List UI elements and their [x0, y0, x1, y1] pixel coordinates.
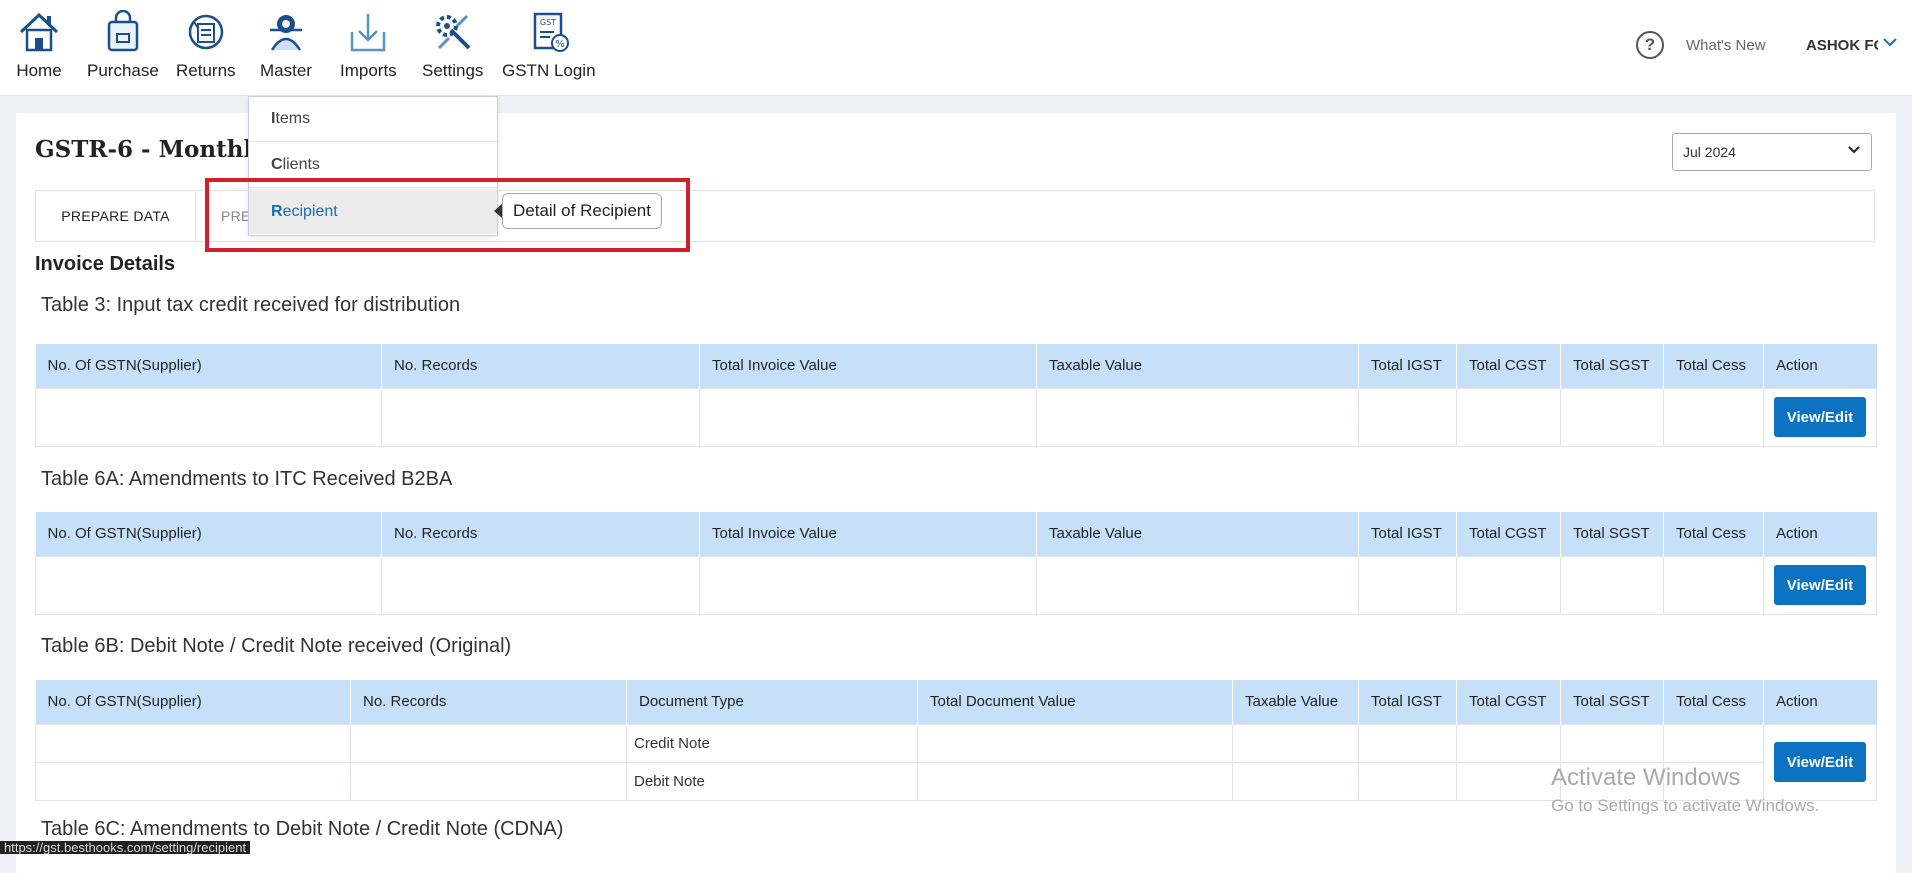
section-heading: Invoice Details — [35, 253, 176, 275]
table-row: Credit Note View/Edit — [35, 723, 1877, 801]
chevron-down-icon — [1847, 143, 1861, 160]
nav-purchase-label: Purchase — [87, 61, 159, 80]
tooltip-arrow — [494, 204, 502, 218]
document-type-cell: Credit Note — [626, 723, 918, 763]
col-records: No. Records — [381, 512, 700, 556]
user-name[interactable]: ASHOK FO — [1806, 37, 1878, 54]
menu-item-items[interactable]: Items — [249, 97, 497, 142]
nav-imports-label: Imports — [340, 61, 397, 80]
nav-returns-label: Returns — [176, 61, 236, 80]
whats-new-link[interactable]: What's New — [1686, 37, 1766, 54]
table6b-header-row: No. Of GSTN(Supplier) No. Records Docume… — [35, 680, 1877, 724]
col-cess: Total Cess — [1663, 680, 1764, 724]
month-select[interactable]: Jul 2024 — [1672, 133, 1872, 171]
col-records: No. Records — [350, 680, 627, 724]
master-icon — [262, 8, 310, 56]
table6a-title: Table 6A: Amendments to ITC Received B2B… — [41, 468, 453, 490]
col-action: Action — [1763, 512, 1877, 556]
table6a-view-edit-button[interactable]: View/Edit — [1774, 565, 1866, 605]
col-igst: Total IGST — [1358, 512, 1457, 556]
imports-icon — [344, 8, 392, 56]
status-url: https://gst.besthooks.com/setting/recipi… — [0, 841, 251, 854]
table3-header-row: No. Of GSTN(Supplier) No. Records Total … — [35, 344, 1877, 388]
chevron-down-icon[interactable] — [1882, 34, 1898, 55]
table6a-header-row: No. Of GSTN(Supplier) No. Records Total … — [35, 512, 1877, 556]
svg-text:GST: GST — [540, 18, 556, 27]
page-title: GSTR-6 - Monthly — [35, 136, 266, 163]
col-taxable-value: Taxable Value — [1036, 344, 1359, 388]
col-taxable-value: Taxable Value — [1036, 512, 1359, 556]
col-sgst: Total SGST — [1560, 344, 1664, 388]
col-cgst: Total CGST — [1456, 680, 1561, 724]
col-taxable-value: Taxable Value — [1232, 680, 1359, 724]
nav-settings-label: Settings — [422, 61, 484, 80]
col-gstn-supplier: No. Of GSTN(Supplier) — [35, 344, 382, 388]
col-cess: Total Cess — [1663, 344, 1764, 388]
nav-returns[interactable]: Returns — [176, 8, 236, 81]
nav-master[interactable]: Master — [260, 8, 312, 81]
nav-purchase[interactable]: Purchase — [87, 8, 159, 81]
col-sgst: Total SGST — [1560, 680, 1664, 724]
table6b-title: Table 6B: Debit Note / Credit Note recei… — [41, 635, 512, 657]
purchase-icon — [99, 8, 147, 56]
table3: No. Of GSTN(Supplier) No. Records Total … — [35, 344, 1877, 447]
col-gstn-supplier: No. Of GSTN(Supplier) — [35, 680, 351, 724]
tab-prepare-data[interactable]: PREPARE DATA — [36, 191, 196, 241]
col-gstn-supplier: No. Of GSTN(Supplier) — [35, 512, 382, 556]
col-records: No. Records — [381, 344, 700, 388]
returns-icon — [182, 8, 230, 56]
col-cess: Total Cess — [1663, 512, 1764, 556]
nav-imports[interactable]: Imports — [340, 8, 397, 81]
month-select-value: Jul 2024 — [1683, 144, 1736, 160]
table-row: View/Edit — [35, 387, 1877, 447]
col-action: Action — [1763, 344, 1877, 388]
nav-master-label: Master — [260, 61, 312, 80]
col-document-type: Document Type — [626, 680, 918, 724]
nav-home-label: Home — [16, 61, 62, 80]
svg-text:%: % — [555, 39, 565, 50]
col-sgst: Total SGST — [1560, 512, 1664, 556]
col-cgst: Total CGST — [1456, 344, 1561, 388]
col-igst: Total IGST — [1358, 344, 1457, 388]
col-action: Action — [1763, 680, 1877, 724]
activate-windows-watermark: Activate Windows Go to Settings to activ… — [1551, 764, 1820, 815]
help-icon[interactable]: ? — [1636, 31, 1664, 59]
home-icon — [15, 8, 63, 56]
table6c-title: Table 6C: Amendments to Debit Note / Cre… — [41, 818, 564, 840]
gstn-login-icon: GST% — [525, 8, 573, 56]
nav-settings[interactable]: Settings — [422, 8, 483, 81]
col-cgst: Total CGST — [1456, 512, 1561, 556]
nav-gstn-login[interactable]: GST% GSTN Login — [502, 8, 596, 81]
table3-view-edit-button[interactable]: View/Edit — [1774, 397, 1866, 437]
col-invoice-value: Total Invoice Value — [699, 512, 1037, 556]
document-type-cell: Debit Note — [626, 761, 918, 801]
recipient-tooltip: Detail of Recipient — [502, 193, 662, 229]
table-row: View/Edit — [35, 555, 1877, 615]
nav-home[interactable]: Home — [15, 8, 63, 81]
top-nav-bar: Home Purchase Returns Master Imports Set… — [0, 0, 1912, 96]
col-invoice-value: Total Invoice Value — [699, 344, 1037, 388]
col-igst: Total IGST — [1358, 680, 1457, 724]
settings-icon — [429, 8, 477, 56]
col-document-value: Total Document Value — [917, 680, 1233, 724]
nav-gstn-login-label: GSTN Login — [502, 61, 596, 80]
table6a: No. Of GSTN(Supplier) No. Records Total … — [35, 512, 1877, 615]
table3-title: Table 3: Input tax credit received for d… — [41, 294, 461, 316]
